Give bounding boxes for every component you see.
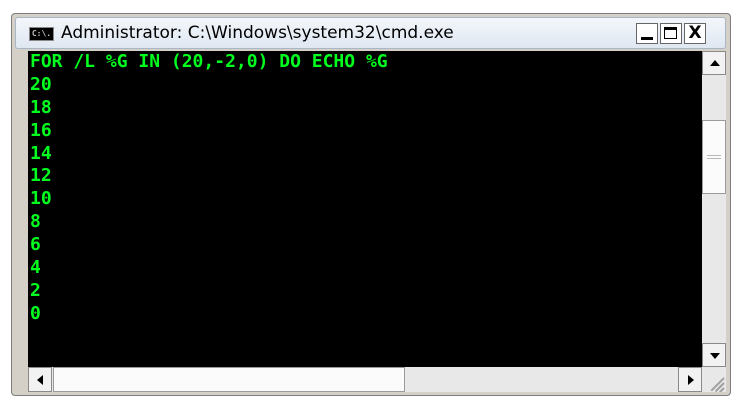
title-bar[interactable]: C:\. Administrator: C:\Windows\system32\… <box>15 17 726 49</box>
console-output-line: 2 <box>30 279 41 301</box>
window-title: Administrator: C:\Windows\system32\cmd.e… <box>61 23 454 43</box>
maximize-button[interactable] <box>660 23 682 44</box>
console-output-line: 6 <box>30 234 41 256</box>
close-icon: X <box>688 23 702 43</box>
vertical-scrollbar[interactable] <box>702 51 726 367</box>
console-output-line: 18 <box>30 96 52 118</box>
console-output-line: 14 <box>30 142 52 164</box>
console-output-line: 4 <box>30 257 41 279</box>
close-button[interactable]: X <box>684 23 706 44</box>
grip-icon <box>707 155 721 159</box>
cmd-window: C:\. Administrator: C:\Windows\system32\… <box>11 13 731 396</box>
scroll-up-button[interactable] <box>702 51 726 75</box>
console-output-line: 20 <box>30 73 52 95</box>
console-output-line: 0 <box>30 302 41 324</box>
minimize-icon <box>641 37 653 40</box>
arrow-up-icon <box>710 60 720 66</box>
console-output-line: 12 <box>30 165 52 187</box>
horizontal-scroll-thumb[interactable] <box>53 367 405 392</box>
maximize-icon <box>664 27 677 39</box>
arrow-down-icon <box>710 353 720 359</box>
scroll-down-button[interactable] <box>702 343 726 367</box>
resize-grip-icon[interactable] <box>702 367 726 392</box>
arrow-right-icon <box>688 375 694 385</box>
horizontal-scrollbar[interactable] <box>28 367 702 392</box>
console-output-line: 10 <box>30 188 52 210</box>
console-output[interactable]: FOR /L %G IN (20,-2,0) DO ECHO %G 20 18 … <box>28 51 702 367</box>
scroll-left-button[interactable] <box>28 367 52 392</box>
vertical-scroll-thumb[interactable] <box>702 120 726 194</box>
console-command-line: FOR /L %G IN (20,-2,0) DO ECHO %G <box>30 51 388 72</box>
arrow-left-icon <box>37 375 43 385</box>
scroll-right-button[interactable] <box>678 367 702 392</box>
console-output-line: 8 <box>30 211 41 233</box>
cmd-console-icon[interactable]: C:\. <box>29 27 54 41</box>
minimize-button[interactable] <box>636 23 658 44</box>
console-output-line: 16 <box>30 119 52 141</box>
